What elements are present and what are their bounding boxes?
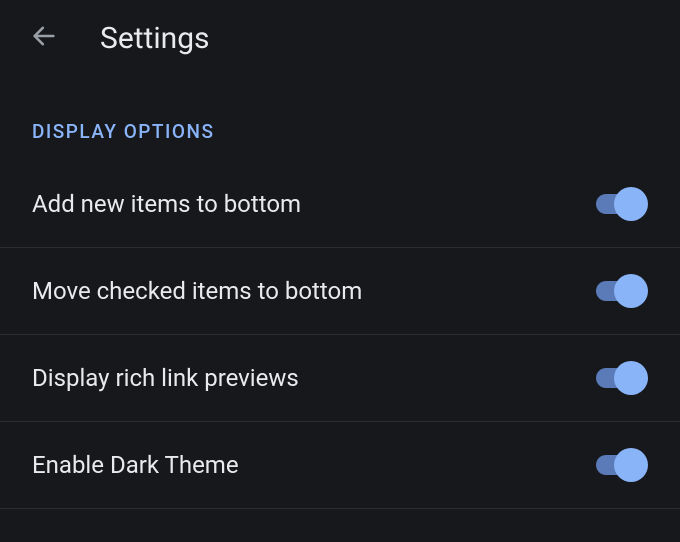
setting-label: Display rich link previews	[32, 364, 299, 392]
toggle-thumb	[614, 361, 648, 395]
toggle-display-rich-previews[interactable]	[592, 361, 648, 395]
setting-label: Enable Dark Theme	[32, 451, 239, 479]
toggle-add-new-items[interactable]	[592, 187, 648, 221]
setting-label: Add new items to bottom	[32, 190, 301, 218]
toggle-thumb	[614, 274, 648, 308]
setting-label: Move checked items to bottom	[32, 277, 362, 305]
setting-row-display-rich-previews[interactable]: Display rich link previews	[0, 335, 680, 422]
back-button[interactable]	[24, 18, 64, 58]
toggle-thumb	[614, 187, 648, 221]
setting-row-add-new-items[interactable]: Add new items to bottom	[0, 161, 680, 248]
arrow-left-icon	[30, 22, 58, 54]
section-header-display-options: DISPLAY OPTIONS	[0, 76, 680, 161]
setting-row-enable-dark-theme[interactable]: Enable Dark Theme	[0, 422, 680, 509]
toggle-enable-dark-theme[interactable]	[592, 448, 648, 482]
app-header: Settings	[0, 0, 680, 76]
toggle-thumb	[614, 448, 648, 482]
toggle-move-checked-items[interactable]	[592, 274, 648, 308]
page-title: Settings	[100, 21, 210, 56]
setting-row-move-checked-items[interactable]: Move checked items to bottom	[0, 248, 680, 335]
